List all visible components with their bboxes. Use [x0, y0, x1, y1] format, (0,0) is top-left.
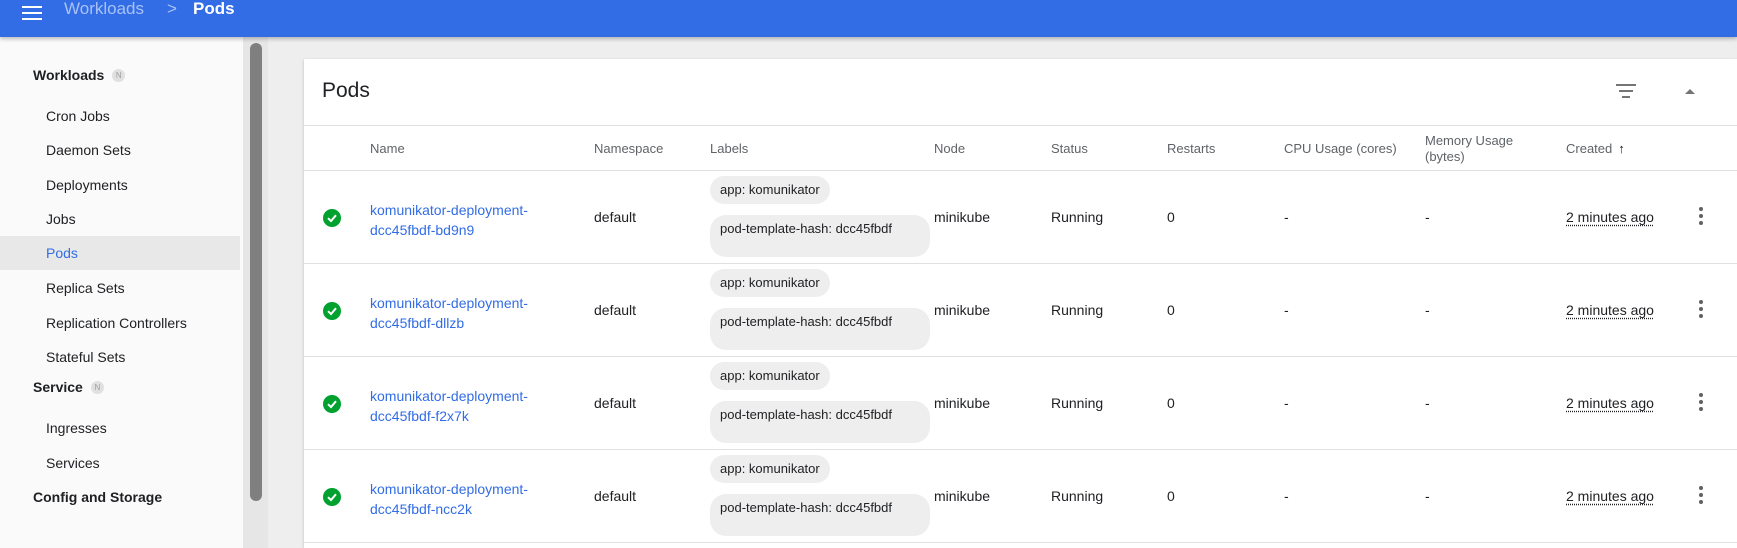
hamburger-icon[interactable]	[22, 6, 42, 20]
sidebar-section-service[interactable]: Service N	[33, 379, 104, 395]
memory-cell: -	[1425, 302, 1430, 318]
status-cell: Running	[1051, 209, 1104, 225]
status-cell: Running	[1051, 302, 1104, 318]
namespace-cell: default	[594, 488, 637, 504]
pod-name-link[interactable]: komunikator-deployment-dcc45fbdf-dllzb	[370, 293, 570, 333]
created-cell: 2 minutes ago	[1566, 395, 1654, 411]
sidebar-section-label: Workloads	[33, 67, 105, 83]
created-cell: 2 minutes ago	[1566, 302, 1654, 318]
sidebar-item-cron-jobs[interactable]: Cron Jobs	[0, 99, 240, 133]
node-cell: minikube	[934, 395, 991, 411]
memory-cell: -	[1425, 209, 1430, 225]
table-row: komunikator-deployment-dcc45fbdf-dllzb d…	[304, 264, 1737, 357]
column-header-created-label: Created	[1566, 141, 1613, 156]
column-header-name[interactable]: Name	[370, 126, 405, 172]
breadcrumb-current: Pods	[193, 0, 235, 18]
check-circle-icon	[323, 302, 341, 320]
cpu-cell: -	[1284, 209, 1289, 225]
check-circle-icon	[323, 488, 341, 506]
sidebar-scrollbar-thumb[interactable]	[250, 43, 262, 501]
memory-cell: -	[1425, 395, 1430, 411]
label-chip: app: komunikator	[710, 269, 830, 297]
namespace-cell: default	[594, 209, 637, 225]
sidebar-item-replication-controllers[interactable]: Replication Controllers	[0, 306, 240, 340]
label-chip: app: komunikator	[710, 176, 830, 204]
label-chip: pod-template-hash: dcc45fbdf	[710, 308, 930, 350]
sidebar-item-ingresses[interactable]: Ingresses	[0, 411, 240, 445]
node-cell: minikube	[934, 488, 991, 504]
label-chip: pod-template-hash: dcc45fbdf	[710, 494, 930, 536]
label-chip: app: komunikator	[710, 362, 830, 390]
check-circle-icon	[323, 395, 341, 413]
more-vert-icon[interactable]	[1699, 300, 1703, 320]
table-header: Name Namespace Labels Node Status Restar…	[304, 125, 1737, 171]
restarts-cell: 0	[1167, 395, 1175, 411]
pod-name-link[interactable]: komunikator-deployment-dcc45fbdf-bd9n9	[370, 200, 570, 240]
status-cell: Running	[1051, 488, 1104, 504]
cpu-cell: -	[1284, 488, 1289, 504]
check-circle-icon	[323, 209, 341, 227]
column-header-created[interactable]: Created ↑	[1566, 126, 1625, 172]
sidebar: Workloads N Cron Jobs Daemon Sets Deploy…	[0, 37, 243, 548]
pod-name-link[interactable]: komunikator-deployment-dcc45fbdf-f2x7k	[370, 386, 570, 426]
sidebar-item-jobs[interactable]: Jobs	[0, 202, 240, 236]
breadcrumb-workloads[interactable]: Workloads	[64, 0, 144, 18]
column-header-cpu: CPU Usage (cores)	[1284, 141, 1397, 156]
restarts-cell: 0	[1167, 302, 1175, 318]
more-vert-icon[interactable]	[1699, 486, 1703, 506]
table-row: komunikator-deployment-dcc45fbdf-f2x7k d…	[304, 357, 1737, 450]
sidebar-item-deployments[interactable]: Deployments	[0, 168, 240, 202]
label-chip: pod-template-hash: dcc45fbdf	[710, 215, 930, 257]
column-header-restarts[interactable]: Restarts	[1167, 126, 1215, 172]
sidebar-section-label: Service	[33, 379, 83, 395]
more-vert-icon[interactable]	[1699, 207, 1703, 227]
sidebar-item-services[interactable]: Services	[0, 446, 240, 480]
sidebar-section-config-storage[interactable]: Config and Storage	[33, 489, 162, 505]
filter-icon[interactable]	[1615, 84, 1637, 100]
chevron-up-icon[interactable]	[1685, 89, 1695, 94]
breadcrumb-separator: >	[167, 0, 177, 18]
column-header-status[interactable]: Status	[1051, 126, 1088, 172]
sidebar-item-replica-sets[interactable]: Replica Sets	[0, 271, 240, 305]
cpu-cell: -	[1284, 302, 1289, 318]
column-header-labels: Labels	[710, 141, 749, 156]
top-bar: Workloads > Pods	[0, 0, 1737, 37]
sort-arrow-up-icon: ↑	[1618, 141, 1625, 156]
sidebar-item-daemon-sets[interactable]: Daemon Sets	[0, 133, 240, 167]
more-vert-icon[interactable]	[1699, 393, 1703, 413]
label-chip: app: komunikator	[710, 455, 830, 483]
pod-name-link[interactable]: komunikator-deployment-dcc45fbdf-ncc2k	[370, 479, 570, 519]
column-header-namespace[interactable]: Namespace	[594, 126, 663, 172]
label-chip: pod-template-hash: dcc45fbdf	[710, 401, 930, 443]
sidebar-section-workloads[interactable]: Workloads N	[33, 67, 126, 83]
namespace-cell: default	[594, 302, 637, 318]
created-cell: 2 minutes ago	[1566, 488, 1654, 504]
table-row: komunikator-deployment-dcc45fbdf-bd9n9 d…	[304, 171, 1737, 264]
sidebar-section-label: Config and Storage	[33, 489, 163, 505]
restarts-cell: 0	[1167, 209, 1175, 225]
namespaced-badge: N	[90, 380, 104, 394]
sidebar-item-pods[interactable]: Pods	[0, 236, 240, 270]
node-cell: minikube	[934, 209, 991, 225]
created-cell: 2 minutes ago	[1566, 209, 1654, 225]
pods-card: Pods Name Namespace Labels Node Status R…	[304, 59, 1737, 548]
column-header-node[interactable]: Node	[934, 126, 965, 172]
cpu-cell: -	[1284, 395, 1289, 411]
restarts-cell: 0	[1167, 488, 1175, 504]
status-cell: Running	[1051, 395, 1104, 411]
node-cell: minikube	[934, 302, 991, 318]
namespace-cell: default	[594, 395, 637, 411]
namespaced-badge: N	[112, 68, 126, 82]
memory-cell: -	[1425, 488, 1430, 504]
table-row: komunikator-deployment-dcc45fbdf-ncc2k d…	[304, 450, 1737, 543]
sidebar-item-stateful-sets[interactable]: Stateful Sets	[0, 340, 240, 374]
column-header-memory: Memory Usage (bytes)	[1425, 133, 1514, 164]
card-title: Pods	[322, 79, 370, 102]
